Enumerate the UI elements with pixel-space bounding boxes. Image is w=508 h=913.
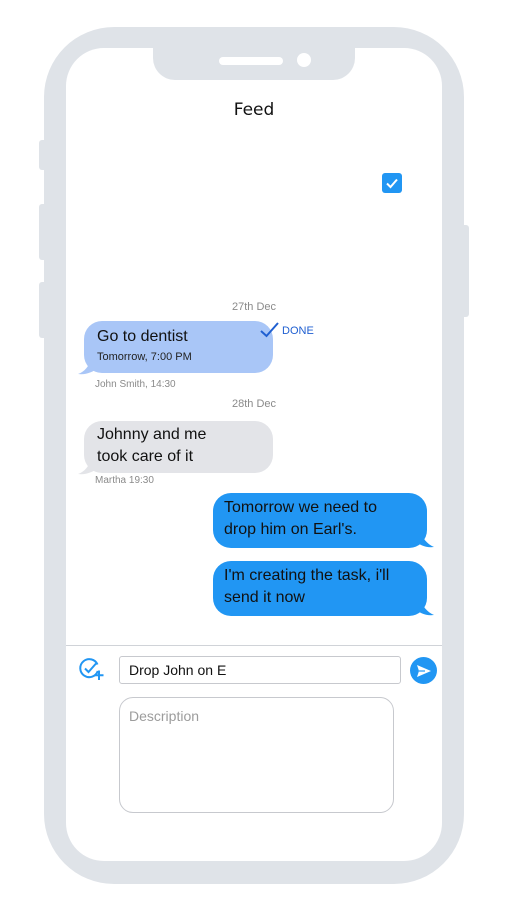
add-task-icon[interactable]: [78, 656, 104, 682]
task-due: Tomorrow, 7:00 PM: [97, 351, 192, 363]
phone-side-button: [39, 140, 46, 170]
task-title: Go to dentist: [97, 328, 188, 345]
bubble-tail: [78, 456, 98, 475]
speaker: [219, 57, 283, 65]
checkbox-checked-icon[interactable]: [382, 173, 402, 193]
message-line: send it now: [224, 589, 305, 606]
done-label: DONE: [282, 325, 314, 337]
phone-screen: Feed 27th Dec Go to dentist Tomorrow, 7:…: [66, 48, 442, 861]
phone-side-button: [39, 282, 46, 338]
task-bubble[interactable]: Go to dentist Tomorrow, 7:00 PM: [84, 321, 273, 373]
task-title-input[interactable]: [119, 656, 401, 684]
message-line: drop him on Earl's.: [224, 521, 357, 538]
bubble-tail: [78, 356, 98, 375]
message-line: took care of it: [97, 448, 194, 465]
send-icon: [416, 664, 431, 677]
bubble-tail: [416, 530, 434, 548]
camera: [297, 53, 311, 67]
message-line: Johnny and me: [97, 426, 207, 443]
phone-side-button: [39, 204, 46, 260]
send-button[interactable]: [410, 657, 437, 684]
message-meta: John Smith, 14:30: [95, 379, 176, 390]
description-input[interactable]: [119, 697, 394, 813]
date-separator: 27th Dec: [231, 301, 277, 313]
incoming-message-bubble: Johnny and me took care of it: [84, 421, 273, 473]
composer-divider: [66, 645, 442, 646]
message-line: I'm creating the task, i'll: [224, 567, 390, 584]
message-meta: Martha 19:30: [95, 475, 154, 486]
checkmark-icon: [260, 322, 279, 338]
outgoing-message-bubble: I'm creating the task, i'll send it now: [213, 561, 427, 616]
done-status[interactable]: DONE: [260, 322, 314, 338]
phone-notch: [153, 48, 355, 80]
outgoing-message-bubble: Tomorrow we need to drop him on Earl's.: [213, 493, 427, 548]
phone-side-button: [462, 225, 469, 317]
bubble-tail: [416, 598, 434, 616]
page-title: Feed: [233, 100, 275, 120]
message-line: Tomorrow we need to: [224, 499, 377, 516]
date-separator: 28th Dec: [231, 398, 277, 410]
